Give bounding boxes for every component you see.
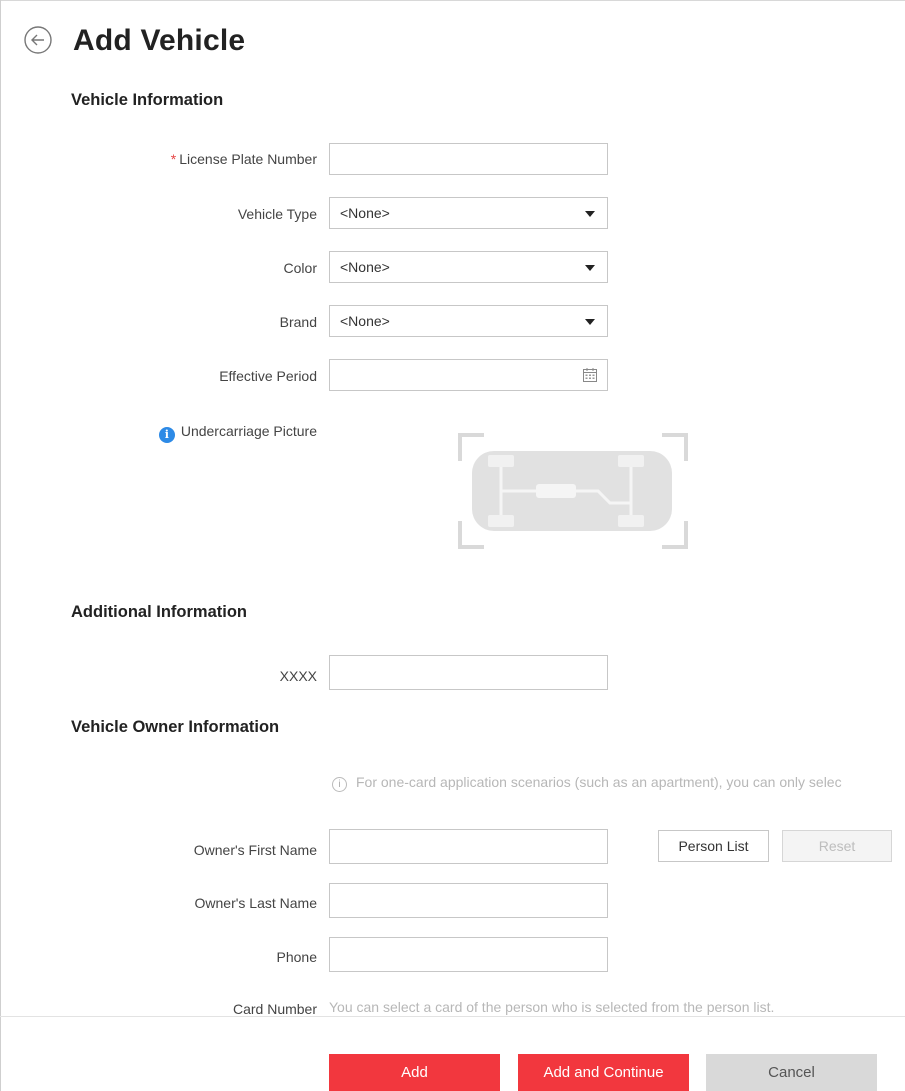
vehicle-type-value: <None> — [340, 205, 390, 221]
vehicle-type-select[interactable]: <None> — [329, 197, 608, 229]
section-title-additional-information: Additional Information — [71, 603, 247, 621]
last-name-label: Owner's Last Name — [194, 895, 318, 911]
undercarriage-picture-icon[interactable] — [458, 433, 688, 549]
first-name-label: Owner's First Name — [193, 842, 317, 858]
add-button[interactable]: Add — [329, 1054, 500, 1091]
color-value: <None> — [340, 259, 390, 275]
caret-down-icon — [585, 211, 595, 217]
brand-select[interactable]: <None> — [329, 305, 608, 337]
vehicle-type-label: Vehicle Type — [237, 206, 317, 222]
card-number-hint: You can select a card of the person who … — [329, 999, 775, 1015]
required-mark: * — [170, 151, 177, 167]
cancel-button[interactable]: Cancel — [706, 1054, 877, 1091]
xxxx-label: XXXX — [279, 668, 317, 684]
one-card-hint-text: For one-card application scenarios (such… — [356, 774, 842, 790]
left-border — [0, 0, 1, 1091]
license-plate-label: * License Plate Number — [17, 149, 317, 169]
brand-value: <None> — [340, 313, 390, 329]
footer-divider — [0, 1016, 905, 1017]
reset-button[interactable]: Reset — [782, 830, 892, 862]
effective-period-input[interactable] — [329, 359, 608, 391]
add-and-continue-button[interactable]: Add and Continue — [518, 1054, 689, 1091]
license-plate-label-text: License Plate Number — [179, 151, 317, 167]
section-title-vehicle-information: Vehicle Information — [71, 91, 224, 109]
person-list-button[interactable]: Person List — [658, 830, 769, 862]
xxxx-input[interactable] — [329, 655, 608, 690]
info-icon[interactable]: i — [158, 427, 175, 443]
color-select[interactable]: <None> — [329, 251, 608, 283]
license-plate-input[interactable] — [329, 143, 608, 175]
info-outline-icon: i — [332, 777, 347, 792]
calendar-icon[interactable] — [582, 367, 598, 388]
undercarriage-label: i Undercarriage Picture — [17, 421, 317, 443]
first-name-input[interactable] — [329, 829, 608, 864]
color-label: Color — [283, 260, 317, 276]
last-name-input[interactable] — [329, 883, 608, 918]
effective-period-label: Effective Period — [219, 368, 317, 384]
page-title: Add Vehicle — [73, 24, 246, 57]
phone-input[interactable] — [329, 937, 608, 972]
one-card-hint: i For one-card application scenarios (suc… — [332, 774, 842, 792]
section-title-vehicle-owner-information: Vehicle Owner Information — [71, 718, 280, 736]
caret-down-icon — [585, 319, 595, 325]
brand-label: Brand — [279, 314, 317, 330]
phone-label: Phone — [276, 949, 317, 965]
undercarriage-label-text: Undercarriage Picture — [180, 423, 317, 439]
top-border — [0, 0, 905, 1]
back-arrow-icon[interactable] — [23, 25, 53, 55]
caret-down-icon — [585, 265, 595, 271]
